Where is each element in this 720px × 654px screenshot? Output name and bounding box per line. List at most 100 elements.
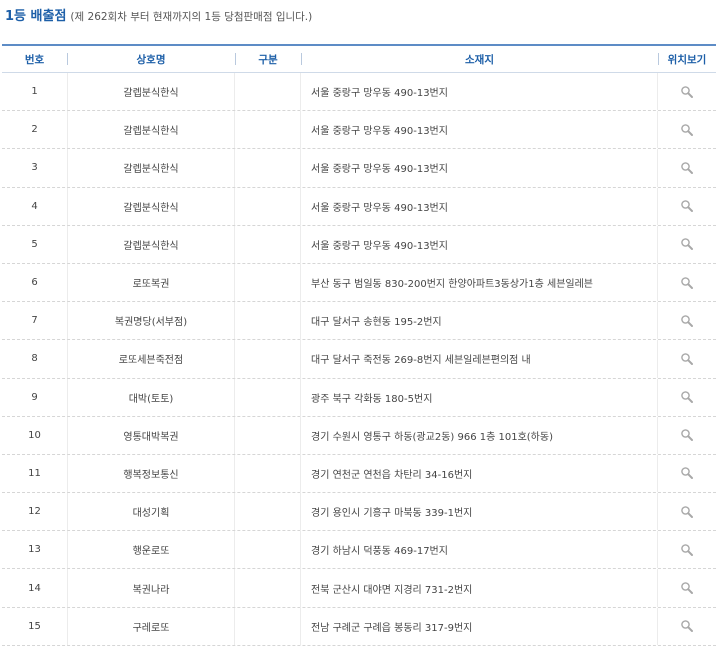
store-name: 대박(토토) — [67, 378, 235, 416]
table-row: 6 로또복권 부산 동구 범일동 830-200번지 한양아파트3동상가1층 세븐일… — [2, 263, 716, 303]
search-icon[interactable] — [680, 352, 694, 366]
table-row: 9 대박(토토) 광주 북구 각화동 180-5번지 — [2, 378, 716, 417]
view-location-button[interactable] — [658, 340, 716, 377]
column-header-number: 번호 — [24, 53, 45, 66]
table-row: 14 복권나라 전북 군산시 대야면 지경리 731-2번지 — [2, 569, 716, 608]
row-number: 13 — [28, 544, 41, 556]
view-location-button[interactable] — [658, 493, 716, 530]
search-icon[interactable] — [680, 199, 694, 213]
store-address: 전남 구례군 구례읍 봉동리 317-9번지 — [301, 607, 658, 645]
store-name: 복권명당(서부점) — [67, 302, 235, 340]
search-icon[interactable] — [680, 543, 694, 557]
view-location-button[interactable] — [658, 226, 716, 263]
table-row: 4 갈렙분식한식 서울 중랑구 망우동 490-13번지 — [2, 187, 716, 226]
row-number: 4 — [31, 200, 38, 212]
store-type — [235, 378, 301, 416]
store-address: 부산 동구 범일동 830-200번지 한양아파트3동상가1층 세븐일레븐 — [301, 263, 658, 302]
store-address: 서울 중랑구 망우동 490-13번지 — [301, 187, 658, 225]
table-row: 5 갈렙분식한식 서울 중랑구 망우동 490-13번지 — [2, 225, 716, 264]
column-header-address: 소재지 — [301, 52, 658, 67]
store-type — [235, 454, 301, 493]
view-location-button[interactable] — [658, 417, 716, 454]
view-location-button[interactable] — [658, 73, 716, 110]
view-location-button[interactable] — [658, 111, 716, 148]
store-name: 행복정보통신 — [67, 454, 235, 493]
store-name: 갈렙분식한식 — [67, 225, 235, 263]
store-type — [235, 302, 301, 340]
row-number: 8 — [31, 353, 38, 365]
store-address: 전북 군산시 대야면 지경리 731-2번지 — [301, 569, 658, 607]
search-icon[interactable] — [680, 505, 694, 519]
view-location-button[interactable] — [658, 149, 716, 186]
view-location-button[interactable] — [658, 569, 716, 606]
store-address: 대구 달서구 송현동 195-2번지 — [301, 302, 658, 340]
store-name: 복권나라 — [67, 569, 235, 607]
store-name: 행운로또 — [67, 531, 235, 569]
view-location-button[interactable] — [658, 379, 716, 416]
winning-stores-table: 번호 상호명 구분 소재지 위치보기 1 갈렙분식한식 서울 중랑구 망우동 490… — [2, 44, 716, 646]
table-header: 번호 상호명 구분 소재지 위치보기 — [2, 44, 716, 73]
search-icon[interactable] — [680, 237, 694, 251]
search-icon[interactable] — [680, 390, 694, 404]
table-row: 13 행운로또 경기 하남시 덕풍동 469-17번지 — [2, 531, 716, 570]
row-number: 3 — [31, 162, 38, 174]
row-number: 2 — [31, 124, 38, 136]
store-type — [235, 225, 301, 263]
store-address: 경기 하남시 덕풍동 469-17번지 — [301, 531, 658, 569]
search-icon[interactable] — [680, 428, 694, 442]
table-row: 2 갈렙분식한식 서울 중랑구 망우동 490-13번지 — [2, 111, 716, 150]
row-number: 15 — [28, 620, 41, 632]
store-address: 경기 용인시 기흥구 마북동 339-1번지 — [301, 493, 658, 531]
store-name: 갈렙분식한식 — [67, 111, 235, 149]
search-icon[interactable] — [680, 276, 694, 290]
search-icon[interactable] — [680, 85, 694, 99]
store-name: 갈렙분식한식 — [67, 73, 235, 111]
store-name: 갈렙분식한식 — [67, 187, 235, 225]
store-type — [235, 73, 301, 111]
table-row: 8 로또세븐죽전점 대구 달서구 죽전동 269-8번지 세븐일레븐편의점 내 — [2, 340, 716, 379]
store-type — [235, 531, 301, 569]
table-body: 1 갈렙분식한식 서울 중랑구 망우동 490-13번지 2 갈렙분식한식 서울 중랑구 … — [2, 73, 716, 646]
store-type — [235, 263, 301, 302]
table-row: 10 영통대박복권 경기 수원시 영통구 하동(광교2동) 966 1층 101호(… — [2, 416, 716, 455]
row-number: 10 — [28, 429, 41, 441]
search-icon[interactable] — [680, 466, 694, 480]
search-icon[interactable] — [680, 161, 694, 175]
search-icon[interactable] — [680, 123, 694, 137]
store-type — [235, 187, 301, 225]
search-icon[interactable] — [680, 581, 694, 595]
row-number: 6 — [31, 277, 38, 289]
view-location-button[interactable] — [658, 608, 716, 645]
store-type — [235, 607, 301, 645]
store-address: 경기 연천군 연천읍 차탄리 34-16번지 — [301, 454, 658, 493]
store-name: 구레로또 — [67, 607, 235, 645]
store-address: 경기 수원시 영통구 하동(광교2동) 966 1층 101호(하동) — [301, 416, 658, 454]
table-row: 11 행복정보통신 경기 연천군 연천읍 차탄리 34-16번지 — [2, 454, 716, 494]
table-row: 15 구레로또 전남 구례군 구례읍 봉동리 317-9번지 — [2, 607, 716, 646]
store-type — [235, 569, 301, 607]
view-location-button[interactable] — [658, 455, 716, 492]
view-location-button[interactable] — [658, 302, 716, 339]
column-header-location: 위치보기 — [658, 52, 716, 67]
search-icon[interactable] — [680, 314, 694, 328]
row-number: 1 — [31, 86, 38, 98]
view-location-button[interactable] — [658, 531, 716, 568]
column-header-type: 구분 — [235, 52, 301, 67]
view-location-button[interactable] — [658, 264, 716, 301]
page-subtitle: (제 262회차 부터 현재까지의 1등 당첨판매점 입니다.) — [70, 11, 313, 23]
row-number: 11 — [28, 467, 41, 479]
store-type — [235, 416, 301, 454]
store-type — [235, 340, 301, 378]
store-type — [235, 149, 301, 187]
column-header-store-name: 상호명 — [67, 52, 235, 67]
view-location-button[interactable] — [658, 188, 716, 225]
table-row: 3 갈렙분식한식 서울 중랑구 망우동 490-13번지 — [2, 149, 716, 188]
store-type — [235, 493, 301, 531]
search-icon[interactable] — [680, 619, 694, 633]
store-address: 서울 중랑구 망우동 490-13번지 — [301, 149, 658, 187]
page-title: 1등 배출점 — [5, 9, 67, 24]
store-address: 광주 북구 각화동 180-5번지 — [301, 378, 658, 416]
store-address: 서울 중랑구 망우동 490-13번지 — [301, 225, 658, 263]
page-heading: 1등 배출점 (제 262회차 부터 현재까지의 1등 당첨판매점 입니다.) — [5, 5, 313, 24]
store-address: 서울 중랑구 망우동 490-13번지 — [301, 73, 658, 111]
